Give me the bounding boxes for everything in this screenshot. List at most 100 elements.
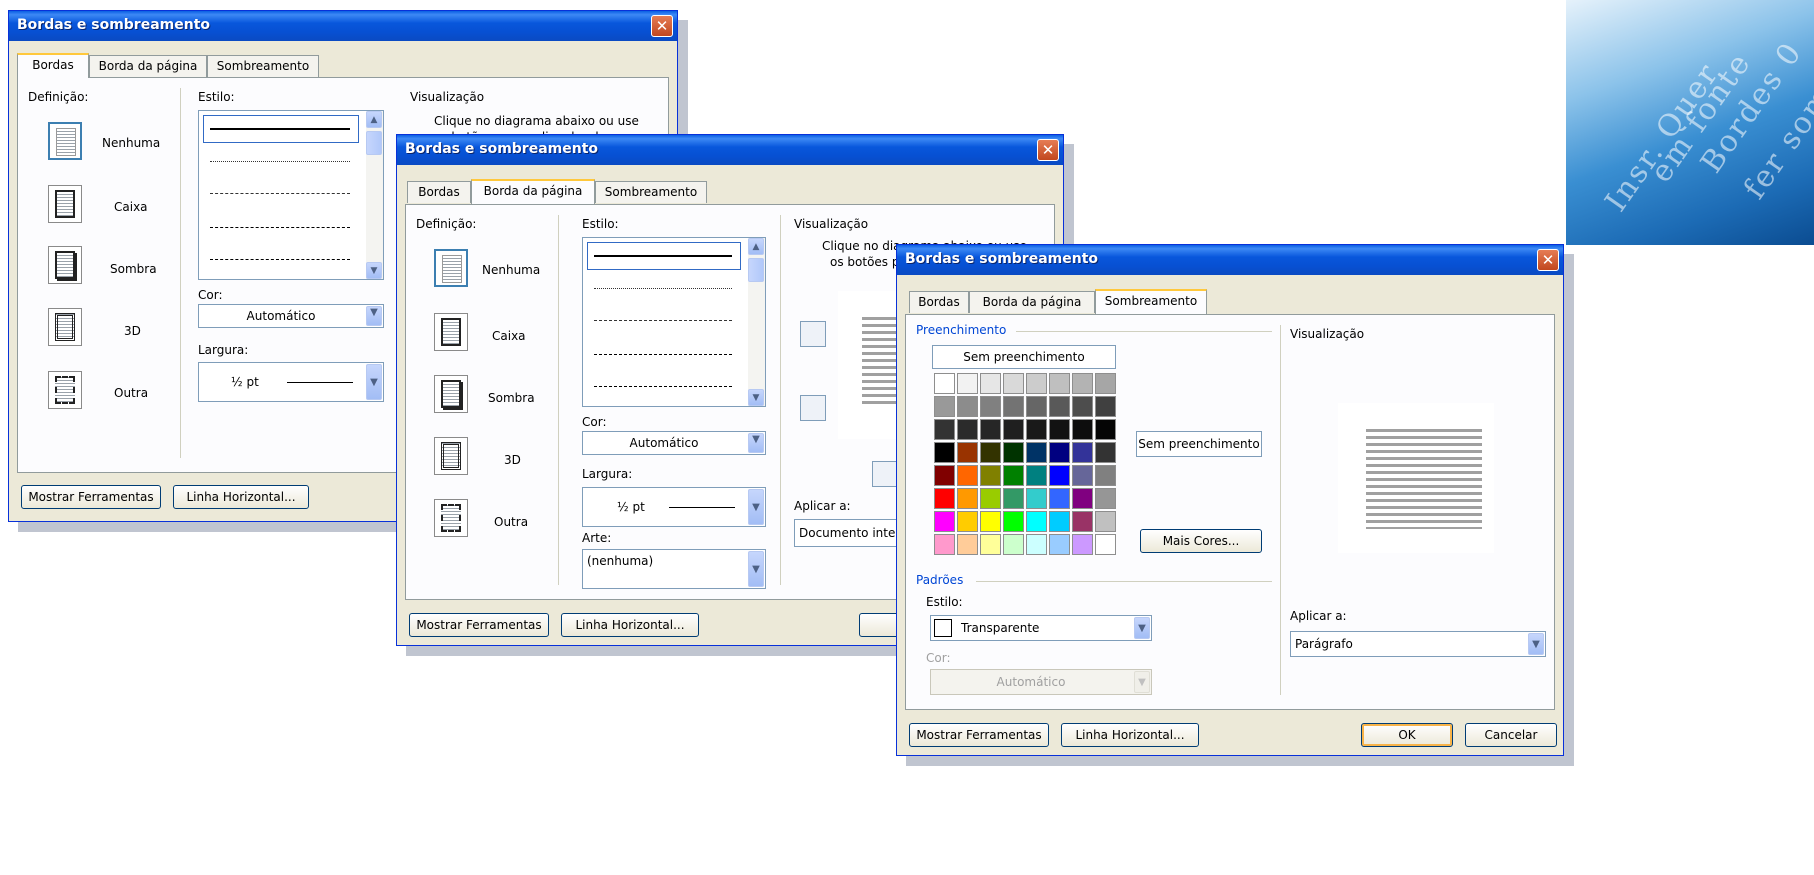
color-swatch[interactable] bbox=[980, 511, 1001, 532]
tab-borda-da-pagina[interactable]: Borda da página bbox=[89, 55, 207, 77]
preview-page[interactable] bbox=[1338, 403, 1494, 553]
border-left-icon[interactable] bbox=[872, 461, 898, 487]
color-swatch[interactable] bbox=[1003, 511, 1024, 532]
cor-dropdown[interactable]: Automático ▼ bbox=[582, 431, 766, 455]
estilo-list[interactable]: ▲ ▼ bbox=[582, 237, 766, 407]
color-swatch[interactable] bbox=[1072, 534, 1093, 555]
color-swatch[interactable] bbox=[1095, 373, 1116, 394]
style-solid[interactable] bbox=[210, 128, 350, 130]
definicao-outra-icon[interactable] bbox=[48, 371, 82, 409]
color-swatch[interactable] bbox=[1026, 419, 1047, 440]
color-swatch[interactable] bbox=[1095, 419, 1116, 440]
chevron-down-icon[interactable]: ▼ bbox=[1134, 617, 1150, 639]
color-swatch[interactable] bbox=[1003, 534, 1024, 555]
color-swatch[interactable] bbox=[1049, 534, 1070, 555]
color-swatch[interactable] bbox=[1049, 465, 1070, 486]
linha-horizontal-button[interactable]: Linha Horizontal... bbox=[1061, 723, 1199, 747]
definicao-caixa-icon[interactable] bbox=[48, 185, 82, 223]
definicao-outra-icon[interactable] bbox=[434, 499, 468, 537]
color-swatch[interactable] bbox=[980, 396, 1001, 417]
color-swatch[interactable] bbox=[1049, 488, 1070, 509]
definicao-sombra-icon[interactable] bbox=[434, 375, 468, 413]
estilo-list[interactable]: ▲ ▼ bbox=[198, 110, 384, 280]
chevron-down-icon[interactable]: ▼ bbox=[1528, 633, 1544, 655]
color-swatch[interactable] bbox=[980, 488, 1001, 509]
color-swatch[interactable] bbox=[934, 442, 955, 463]
tab-sombreamento[interactable]: Sombreamento bbox=[595, 181, 707, 203]
linha-horizontal-button[interactable]: Linha Horizontal... bbox=[173, 485, 309, 509]
style-dash-small[interactable] bbox=[594, 320, 732, 321]
scroll-thumb[interactable] bbox=[366, 131, 382, 155]
color-swatch[interactable] bbox=[1003, 396, 1024, 417]
style-dash[interactable] bbox=[594, 354, 732, 355]
color-swatch[interactable] bbox=[957, 534, 978, 555]
color-swatch[interactable] bbox=[1003, 442, 1024, 463]
tab-bordas[interactable]: Bordas bbox=[407, 181, 471, 203]
chevron-down-icon[interactable]: ▼ bbox=[366, 306, 382, 326]
tab-sombreamento[interactable]: Sombreamento bbox=[1095, 289, 1207, 314]
scroll-down-icon[interactable]: ▼ bbox=[748, 389, 764, 406]
tab-borda-da-pagina[interactable]: Borda da página bbox=[969, 291, 1095, 313]
arte-dropdown[interactable]: (nenhuma) ▼ bbox=[582, 549, 766, 589]
style-solid[interactable] bbox=[594, 255, 732, 257]
style-dotted[interactable] bbox=[210, 161, 350, 162]
style-dash-dot[interactable] bbox=[594, 386, 732, 387]
definicao-nenhuma-icon[interactable] bbox=[48, 122, 82, 160]
ok-button[interactable]: OK bbox=[1361, 723, 1453, 747]
color-swatch[interactable] bbox=[1049, 419, 1070, 440]
chevron-down-icon[interactable]: ▼ bbox=[366, 364, 382, 400]
style-dash-small[interactable] bbox=[210, 193, 350, 194]
color-swatch[interactable] bbox=[934, 534, 955, 555]
sem-preenchimento-swatch[interactable]: Sem preenchimento bbox=[1136, 431, 1262, 457]
color-swatch[interactable] bbox=[934, 419, 955, 440]
scroll-up-icon[interactable]: ▲ bbox=[366, 111, 382, 128]
color-swatch[interactable] bbox=[1026, 442, 1047, 463]
scrollbar[interactable]: ▲ ▼ bbox=[748, 238, 765, 406]
color-swatch[interactable] bbox=[1072, 465, 1093, 486]
color-swatch[interactable] bbox=[957, 465, 978, 486]
color-swatch[interactable] bbox=[1095, 488, 1116, 509]
color-swatch[interactable] bbox=[957, 373, 978, 394]
color-swatch[interactable] bbox=[1095, 442, 1116, 463]
color-swatch[interactable] bbox=[1003, 465, 1024, 486]
sem-preenchimento-option[interactable]: Sem preenchimento bbox=[932, 345, 1116, 369]
color-swatch[interactable] bbox=[1026, 373, 1047, 394]
mostrar-ferramentas-button[interactable]: Mostrar Ferramentas bbox=[409, 613, 549, 637]
border-top-icon[interactable] bbox=[800, 321, 826, 347]
color-swatch[interactable] bbox=[980, 465, 1001, 486]
definicao-sombra-icon[interactable] bbox=[48, 246, 82, 284]
color-swatch[interactable] bbox=[957, 488, 978, 509]
color-swatch[interactable] bbox=[934, 511, 955, 532]
color-swatch[interactable] bbox=[1095, 396, 1116, 417]
color-swatch[interactable] bbox=[1072, 396, 1093, 417]
definicao-nenhuma-icon[interactable] bbox=[434, 249, 468, 287]
color-swatch[interactable] bbox=[934, 488, 955, 509]
color-swatch[interactable] bbox=[934, 373, 955, 394]
tab-borda-da-pagina[interactable]: Borda da página bbox=[471, 179, 595, 204]
color-swatch[interactable] bbox=[1049, 373, 1070, 394]
close-button[interactable]: ✕ bbox=[651, 15, 673, 37]
color-swatch[interactable] bbox=[1026, 534, 1047, 555]
color-swatch[interactable] bbox=[1003, 419, 1024, 440]
largura-dropdown[interactable]: ½ pt ▼ bbox=[198, 362, 384, 402]
color-swatch[interactable] bbox=[1095, 511, 1116, 532]
chevron-down-icon[interactable]: ▼ bbox=[748, 489, 764, 525]
style-dotted[interactable] bbox=[594, 288, 732, 289]
color-swatch[interactable] bbox=[980, 442, 1001, 463]
color-swatch[interactable] bbox=[1072, 488, 1093, 509]
color-swatch[interactable] bbox=[1072, 442, 1093, 463]
color-swatch[interactable] bbox=[1049, 396, 1070, 417]
color-swatch[interactable] bbox=[934, 465, 955, 486]
close-button[interactable]: ✕ bbox=[1037, 139, 1059, 161]
color-swatch[interactable] bbox=[934, 396, 955, 417]
style-dash[interactable] bbox=[210, 227, 350, 228]
color-swatch[interactable] bbox=[1095, 534, 1116, 555]
color-swatch[interactable] bbox=[980, 373, 1001, 394]
color-swatch[interactable] bbox=[1049, 442, 1070, 463]
aplicar-dropdown[interactable]: Parágrafo ▼ bbox=[1290, 631, 1546, 657]
chevron-down-icon[interactable]: ▼ bbox=[748, 551, 764, 587]
color-swatch[interactable] bbox=[1072, 511, 1093, 532]
cor-dropdown[interactable]: Automático ▼ bbox=[198, 304, 384, 328]
linha-horizontal-button[interactable]: Linha Horizontal... bbox=[561, 613, 699, 637]
color-swatch[interactable] bbox=[1003, 488, 1024, 509]
